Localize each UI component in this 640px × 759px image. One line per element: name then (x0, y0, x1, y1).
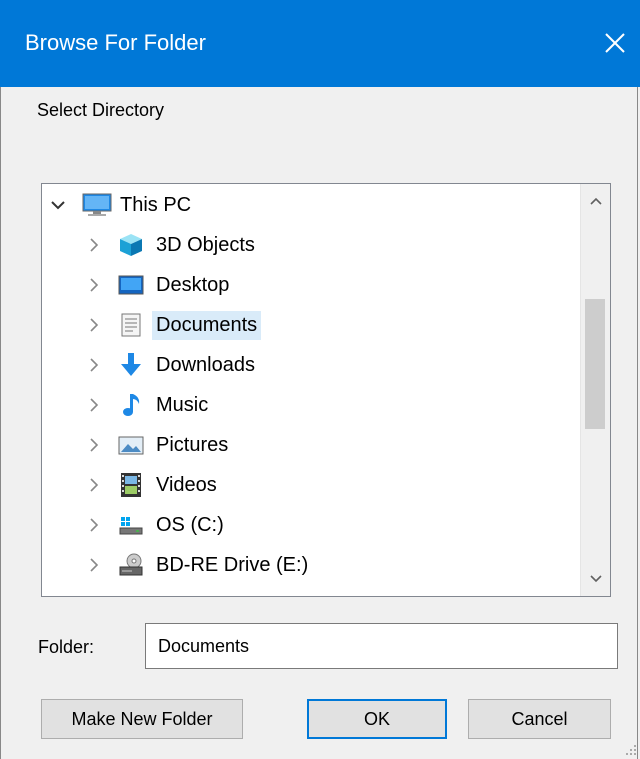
chevron-right-icon[interactable] (84, 355, 104, 375)
tree-item-desktop[interactable]: Desktop (84, 267, 233, 303)
make-new-folder-button[interactable]: Make New Folder (41, 699, 243, 739)
pictures-icon (118, 432, 144, 458)
desktop-icon (118, 272, 144, 298)
tree-item-videos[interactable]: Videos (84, 467, 221, 503)
tree-item-label: Desktop (156, 273, 230, 296)
tree-item-bd-re-drive[interactable]: BD-RE Drive (E:) (84, 547, 312, 583)
folder-label: Folder: (38, 637, 95, 657)
music-icon (118, 392, 144, 418)
tree-item-label: BD-RE Drive (E:) (156, 553, 309, 576)
title-bar: Browse For Folder (0, 0, 640, 87)
chevron-right-icon[interactable] (84, 515, 104, 535)
optical-drive-icon (118, 552, 144, 578)
tree-item-label: Music (156, 393, 209, 416)
scroll-up-button[interactable] (581, 184, 610, 218)
tree-item-this-pc[interactable]: This PC (48, 187, 195, 223)
tree-item-label: This PC (120, 193, 192, 216)
chevron-down-icon[interactable] (48, 195, 68, 215)
window-title: Browse For Folder (25, 30, 206, 55)
scroll-down-button[interactable] (581, 562, 610, 596)
tree-item-label: Videos (156, 473, 217, 496)
3d-objects-icon (118, 232, 144, 258)
ok-button[interactable]: OK (307, 699, 447, 739)
tree-item-os-c[interactable]: OS (C:) (84, 507, 228, 543)
videos-icon (118, 472, 144, 498)
tree-item-pictures[interactable]: Pictures (84, 427, 232, 463)
prompt-text: Select Directory (37, 100, 165, 120)
chevron-right-icon[interactable] (84, 315, 104, 335)
tree-item-label: Pictures (156, 433, 229, 456)
tree-item-label: 3D Objects (156, 233, 255, 256)
tree-item-documents[interactable]: Documents (84, 307, 262, 343)
resize-grip-icon[interactable] (622, 741, 638, 757)
chevron-right-icon[interactable] (84, 555, 104, 575)
tree-item-music[interactable]: Music (84, 387, 212, 423)
tree-item-downloads[interactable]: Downloads (84, 347, 259, 383)
computer-icon (82, 192, 112, 218)
close-button[interactable] (590, 20, 640, 66)
vertical-scrollbar[interactable] (580, 184, 610, 596)
drive-icon (118, 512, 144, 538)
folder-tree-list: This PC 3D Objects Desktop Documents Dow… (42, 184, 580, 596)
chevron-right-icon[interactable] (84, 235, 104, 255)
chevron-up-icon (590, 197, 602, 205)
close-icon (605, 33, 625, 53)
tree-item-label: Downloads (156, 353, 255, 376)
chevron-right-icon[interactable] (84, 435, 104, 455)
chevron-right-icon[interactable] (84, 475, 104, 495)
chevron-right-icon[interactable] (84, 275, 104, 295)
downloads-icon (118, 352, 144, 378)
tree-item-3d-objects[interactable]: 3D Objects (84, 227, 259, 263)
scroll-thumb[interactable] (585, 299, 605, 429)
folder-input[interactable] (145, 623, 618, 669)
chevron-right-icon[interactable] (84, 395, 104, 415)
documents-icon (118, 312, 144, 338)
tree-item-label: Documents (152, 310, 262, 340)
tree-item-label: OS (C:) (156, 513, 224, 536)
folder-tree[interactable]: This PC 3D Objects Desktop Documents Dow… (41, 183, 611, 597)
chevron-down-icon (590, 575, 602, 583)
cancel-button[interactable]: Cancel (468, 699, 611, 739)
